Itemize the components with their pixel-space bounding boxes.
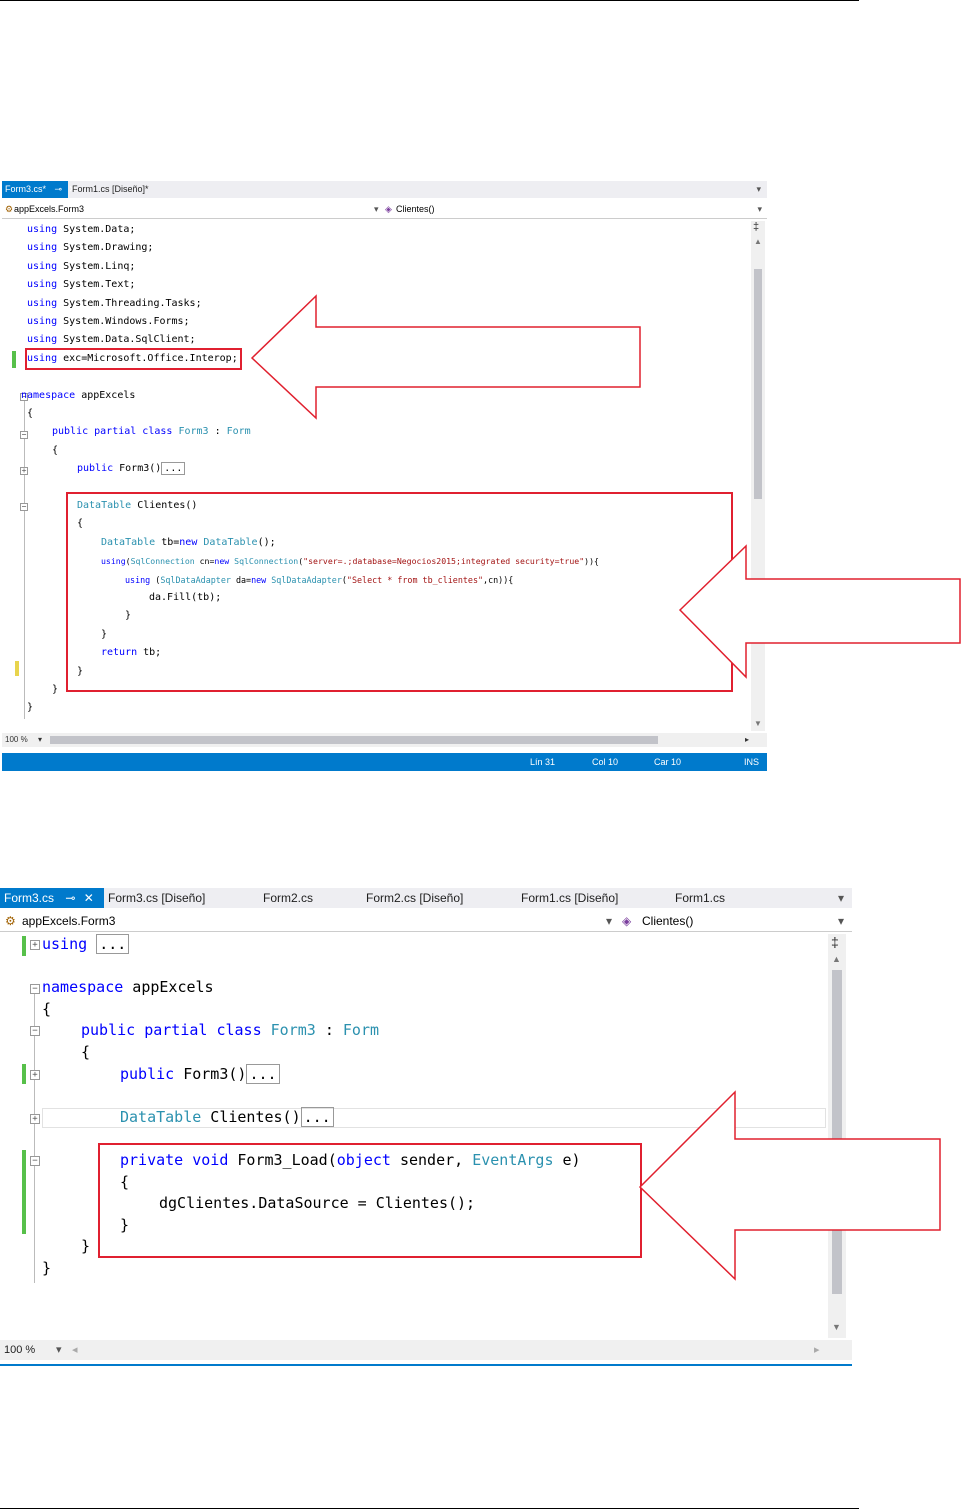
arrow-left-icon — [638, 1090, 941, 1281]
